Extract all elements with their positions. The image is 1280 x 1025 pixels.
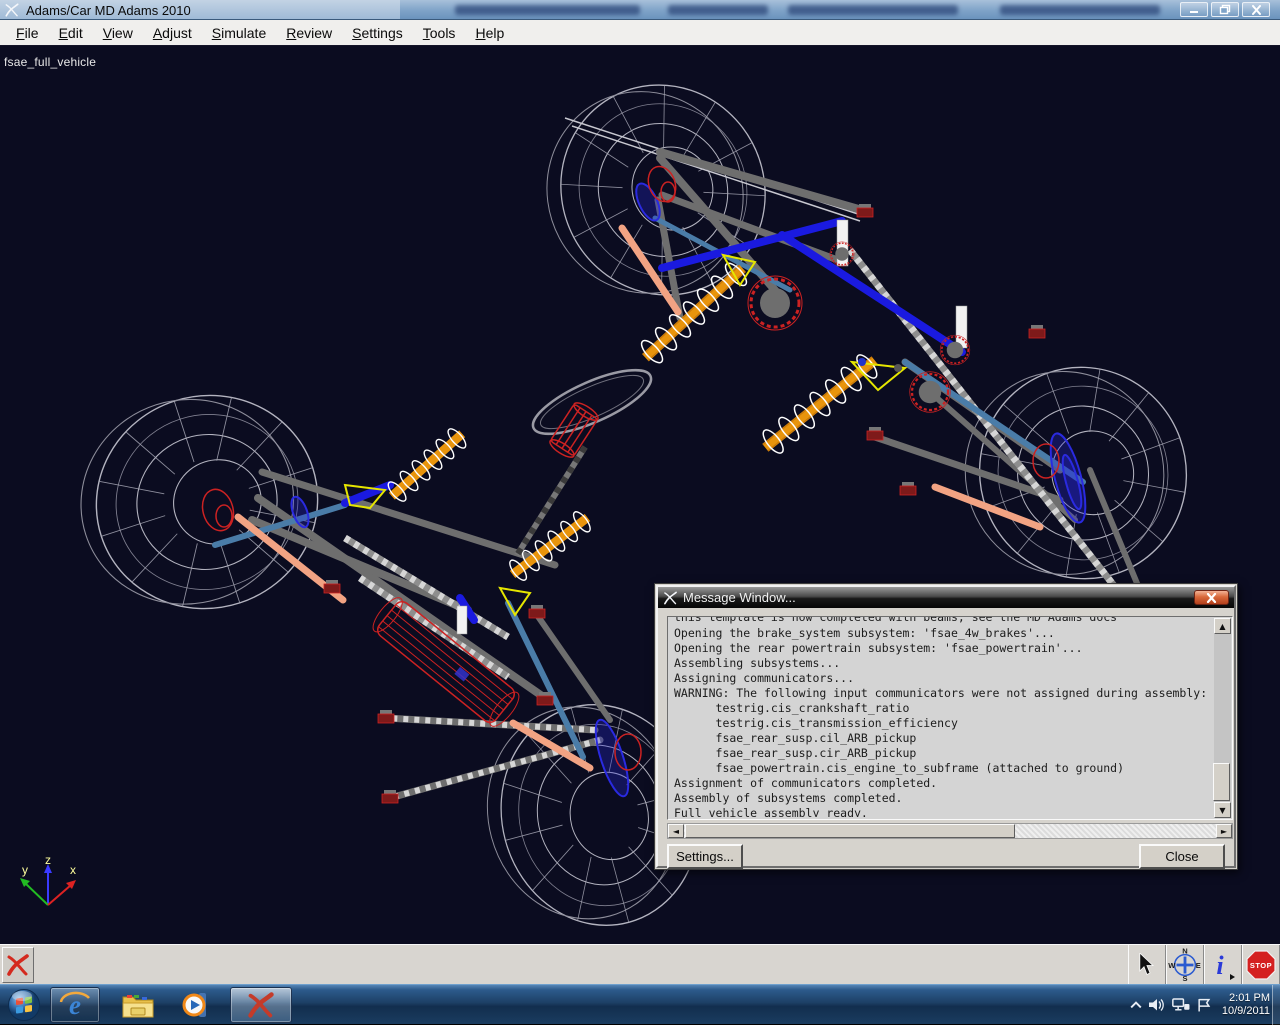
- damper-cylinder[interactable]: [368, 593, 523, 730]
- message-window-dialog[interactable]: Message Window... this template is now c…: [654, 583, 1238, 870]
- volume-icon[interactable]: [1149, 998, 1165, 1012]
- message-log-area[interactable]: this template is now completed with beam…: [667, 616, 1233, 820]
- background-window-blur: [788, 5, 958, 15]
- steering-assembly[interactable]: [517, 358, 659, 555]
- clipped-log-line: this template is now completed with beam…: [674, 617, 1208, 625]
- compass-icon: N W E S: [1168, 947, 1202, 983]
- taskbar-clock[interactable]: 2:01 PM 10/9/2011: [1222, 992, 1270, 1018]
- taskbar-media-player[interactable]: [168, 987, 220, 1023]
- internet-explorer-icon: e: [59, 989, 91, 1021]
- adams-taskbar-icon: [247, 992, 275, 1018]
- rocker-pivot: [894, 364, 902, 372]
- media-player-icon: [179, 990, 209, 1020]
- stop-button[interactable]: STOP: [1242, 945, 1280, 985]
- scroll-down-button[interactable]: ▼: [1214, 802, 1231, 818]
- menu-view[interactable]: View: [93, 22, 143, 44]
- background-window-blur: [668, 5, 768, 15]
- menu-settings[interactable]: Settings: [342, 22, 413, 44]
- svg-text:i: i: [1216, 951, 1224, 980]
- dialog-title-bar[interactable]: Message Window...: [658, 587, 1234, 608]
- axis-label-x: x: [70, 863, 76, 877]
- menu-tools[interactable]: Tools: [413, 22, 466, 44]
- menu-bar: File Edit View Adjust Simulate Review Se…: [0, 20, 1280, 46]
- hidden-icons-chevron[interactable]: [1130, 1000, 1142, 1010]
- adams-car-window: Adams/Car MD Adams 2010 File Edit View: [0, 0, 1280, 1024]
- windows-start-icon: [7, 988, 41, 1022]
- status-toolbar: N W E S i STOP: [0, 944, 1280, 984]
- background-window-blur: [455, 5, 640, 15]
- dialog-close-button[interactable]: [1194, 590, 1229, 605]
- wheel-rear-right[interactable]: [512, 47, 802, 337]
- restore-icon: [1219, 4, 1231, 15]
- window-title: Adams/Car MD Adams 2010: [26, 3, 191, 18]
- svg-text:STOP: STOP: [1250, 961, 1272, 970]
- taskbar-windows-explorer[interactable]: [112, 987, 164, 1023]
- information-button[interactable]: i: [1204, 945, 1242, 985]
- menu-edit[interactable]: Edit: [49, 22, 93, 44]
- cursor-arrow-icon: [1137, 953, 1157, 977]
- settings-button[interactable]: Settings...: [667, 844, 743, 869]
- menu-help[interactable]: Help: [465, 22, 514, 44]
- scroll-up-button[interactable]: ▲: [1214, 618, 1231, 634]
- show-desktop-button[interactable]: [1272, 985, 1280, 1025]
- minimize-icon: [1188, 5, 1200, 15]
- dialog-frame: Message Window... this template is now c…: [656, 585, 1236, 868]
- menu-file[interactable]: File: [6, 22, 49, 44]
- background-window-blur: [1000, 5, 1160, 15]
- svg-text:E: E: [1196, 961, 1201, 970]
- horizontal-scroll-thumb[interactable]: [685, 824, 1015, 838]
- rocker-pivot: [858, 358, 866, 366]
- taskbar-internet-explorer[interactable]: e: [50, 987, 100, 1023]
- adams-logo-icon: [6, 952, 30, 978]
- adams-app-icon: [4, 3, 20, 17]
- adams-dialog-icon: [663, 591, 678, 605]
- svg-text:W: W: [1168, 961, 1176, 970]
- menu-simulate[interactable]: Simulate: [202, 22, 276, 44]
- vertical-scroll-thumb[interactable]: [1213, 763, 1230, 801]
- view-compass-button[interactable]: N W E S: [1166, 945, 1204, 985]
- stop-sign-icon: STOP: [1246, 950, 1276, 980]
- horizontal-scrollbar[interactable]: ◄ ►: [667, 823, 1233, 839]
- vertical-scrollbar[interactable]: ▲ ▼: [1214, 618, 1231, 818]
- maximize-button[interactable]: [1211, 2, 1239, 17]
- clock-time: 2:01 PM: [1222, 992, 1270, 1005]
- scroll-right-button[interactable]: ►: [1216, 824, 1232, 838]
- select-cursor-button[interactable]: [1128, 945, 1166, 985]
- svg-text:N: N: [1182, 947, 1187, 956]
- action-center-flag-icon[interactable]: [1197, 998, 1211, 1012]
- clock-date: 10/9/2011: [1222, 1005, 1270, 1018]
- close-button[interactable]: [1242, 2, 1270, 17]
- close-icon: [1251, 5, 1262, 15]
- view-triad: y z x: [20, 853, 76, 905]
- minimize-button[interactable]: [1180, 2, 1208, 17]
- title-bar[interactable]: Adams/Car MD Adams 2010: [0, 0, 1280, 20]
- folder-icon: [121, 991, 155, 1019]
- axis-label-y: y: [22, 863, 28, 877]
- system-tray: 2:01 PM 10/9/2011: [1130, 985, 1270, 1025]
- network-icon[interactable]: [1172, 998, 1190, 1012]
- dialog-title: Message Window...: [683, 590, 796, 605]
- close-icon: [1206, 593, 1217, 603]
- close-dialog-button[interactable]: Close: [1139, 844, 1225, 869]
- coil-spring-rear-right[interactable]: [757, 349, 884, 458]
- axis-label-z: z: [45, 853, 51, 867]
- info-icon: i: [1210, 950, 1236, 980]
- scroll-left-button[interactable]: ◄: [668, 824, 684, 838]
- menu-review[interactable]: Review: [276, 22, 342, 44]
- adams-logo-button[interactable]: [2, 947, 34, 983]
- start-button[interactable]: [2, 987, 46, 1023]
- bellcrank-rockers[interactable]: [345, 255, 905, 615]
- windows-taskbar: e: [0, 984, 1280, 1024]
- taskbar-adams-car[interactable]: [230, 987, 292, 1023]
- message-log-text: Opening the brake_system subsystem: 'fsa…: [674, 626, 1208, 817]
- svg-text:S: S: [1182, 974, 1187, 983]
- menu-adjust[interactable]: Adjust: [143, 22, 202, 44]
- coil-spring-front-center[interactable]: [505, 508, 594, 584]
- coil-spring-front-left[interactable]: [384, 425, 470, 505]
